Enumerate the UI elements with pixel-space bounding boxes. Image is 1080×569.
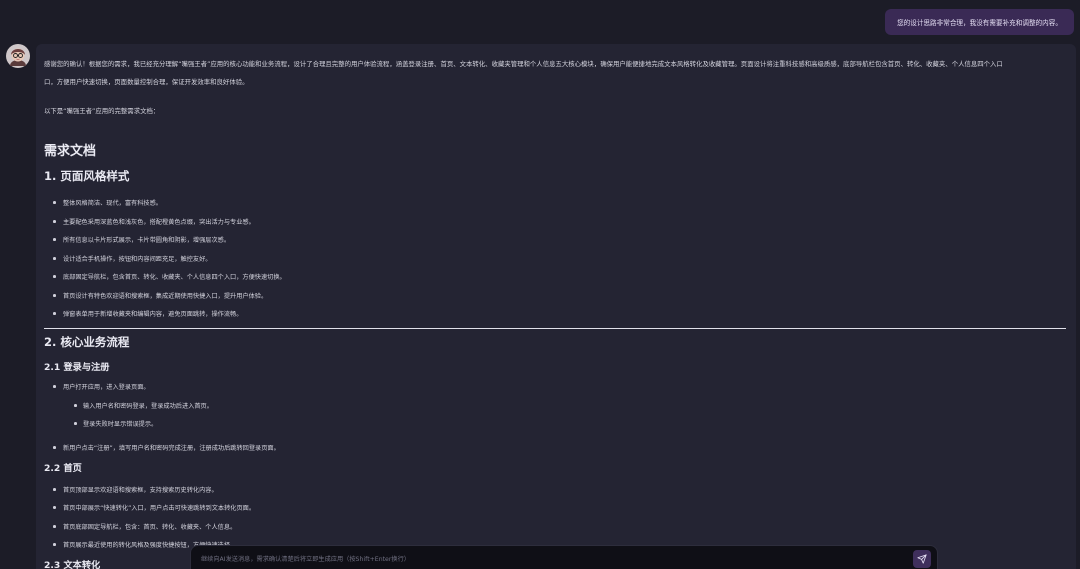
avatar-icon — [6, 44, 30, 68]
list-item: 用户打开应用，进入登录页面。 — [63, 384, 150, 391]
list-item: 底部固定导航栏，包含首页、转化、收藏夹、个人信息四个入口，方便快速切换。 — [63, 274, 286, 281]
list-item: 首页设计有特色欢迎语和搜索框，集成近期使用快捷入口，提升用户体验。 — [63, 293, 268, 300]
list-bullet — [53, 488, 56, 491]
list-bullet — [53, 506, 56, 509]
section-divider — [44, 328, 1066, 329]
list-bullet — [74, 422, 77, 425]
chat-input-placeholder[interactable]: 继续向AI发送消息，需求确认清楚后将立即生成应用（按Shift+Enter换行） — [201, 554, 410, 563]
list-bullet — [53, 275, 56, 278]
list-item: 弹窗表单用于新增收藏夹和编辑内容，避免页面跳转，操作流畅。 — [63, 311, 243, 318]
list-bullet — [53, 238, 56, 241]
intro-paragraph-line1: 感谢您的确认！根据您的需求，我已经充分理解“嘴强王者”应用的核心功能和业务流程，… — [44, 60, 1003, 68]
list-item: 首页中部展示“快速转化”入口，用户点击可快速跳转到文本转化页面。 — [63, 505, 256, 512]
list-item: 设计适合手机操作，按钮和内容间距充足，触控友好。 — [63, 256, 212, 263]
send-button[interactable] — [913, 550, 931, 568]
list-item: 登录失败时显示错误提示。 — [83, 421, 158, 428]
list-item: 输入用户名和密码登录，登录成功后进入首页。 — [83, 403, 213, 410]
list-item: 所有信息以卡片形式展示，卡片带圆角和阴影，增强层次感。 — [63, 237, 231, 244]
list-bullet — [53, 385, 56, 388]
list-bullet — [53, 201, 56, 204]
list-bullet — [53, 543, 56, 546]
user-message-text: 您的设计思路非常合理，我没有需要补充和调整的内容。 — [897, 19, 1062, 27]
list-bullet — [74, 404, 77, 407]
list-item: 首页顶部显示欢迎语和搜索框，支持搜索历史转化内容。 — [63, 487, 218, 494]
assistant-message-card: 感谢您的确认！根据您的需求，我已经充分理解“嘴强王者”应用的核心功能和业务流程，… — [36, 44, 1076, 569]
section2-title: 2. 核心业务流程 — [44, 335, 130, 349]
section23-title: 2.3 文本转化 — [44, 560, 101, 569]
list-item: 首页底部固定导航栏，包含：首页、转化、收藏夹、个人信息。 — [63, 524, 237, 531]
list-bullet — [53, 294, 56, 297]
list-bullet — [53, 525, 56, 528]
chat-input-bar[interactable]: 继续向AI发送消息，需求确认清楚后将立即生成应用（按Shift+Enter换行） — [190, 545, 938, 569]
section22-title: 2.2 首页 — [44, 463, 82, 474]
assistant-avatar — [6, 44, 30, 68]
doc-title: 需求文档 — [44, 144, 97, 159]
section21-title: 2.1 登录与注册 — [44, 362, 110, 373]
section1-title: 1. 页面风格样式 — [44, 169, 130, 183]
chat-app: 您的设计思路非常合理，我没有需要补充和调整的内容。 感谢您的确认！根据您的需求，… — [0, 0, 1080, 569]
intro-lead-line: 以下是“嘴强王者”应用的完整需求文档： — [44, 107, 160, 115]
list-item: 主要配色采用深蓝色和浅灰色，搭配橙黄色点缀，突出活力与专业感。 — [63, 219, 255, 226]
list-item: 整体风格简洁、现代，富有科技感。 — [63, 200, 162, 207]
list-bullet — [53, 257, 56, 260]
list-bullet — [53, 312, 56, 315]
send-icon — [917, 554, 927, 564]
intro-paragraph-line2: 口，方便用户快速切换，页面数量控制合理，保证开发效率和良好体验。 — [44, 78, 249, 86]
list-bullet — [53, 446, 56, 449]
list-bullet — [53, 220, 56, 223]
list-item: 新用户点击“注册”，填写用户名和密码完成注册，注册成功后跳转回登录页面。 — [63, 445, 280, 452]
user-message-bubble: 您的设计思路非常合理，我没有需要补充和调整的内容。 — [885, 9, 1074, 35]
